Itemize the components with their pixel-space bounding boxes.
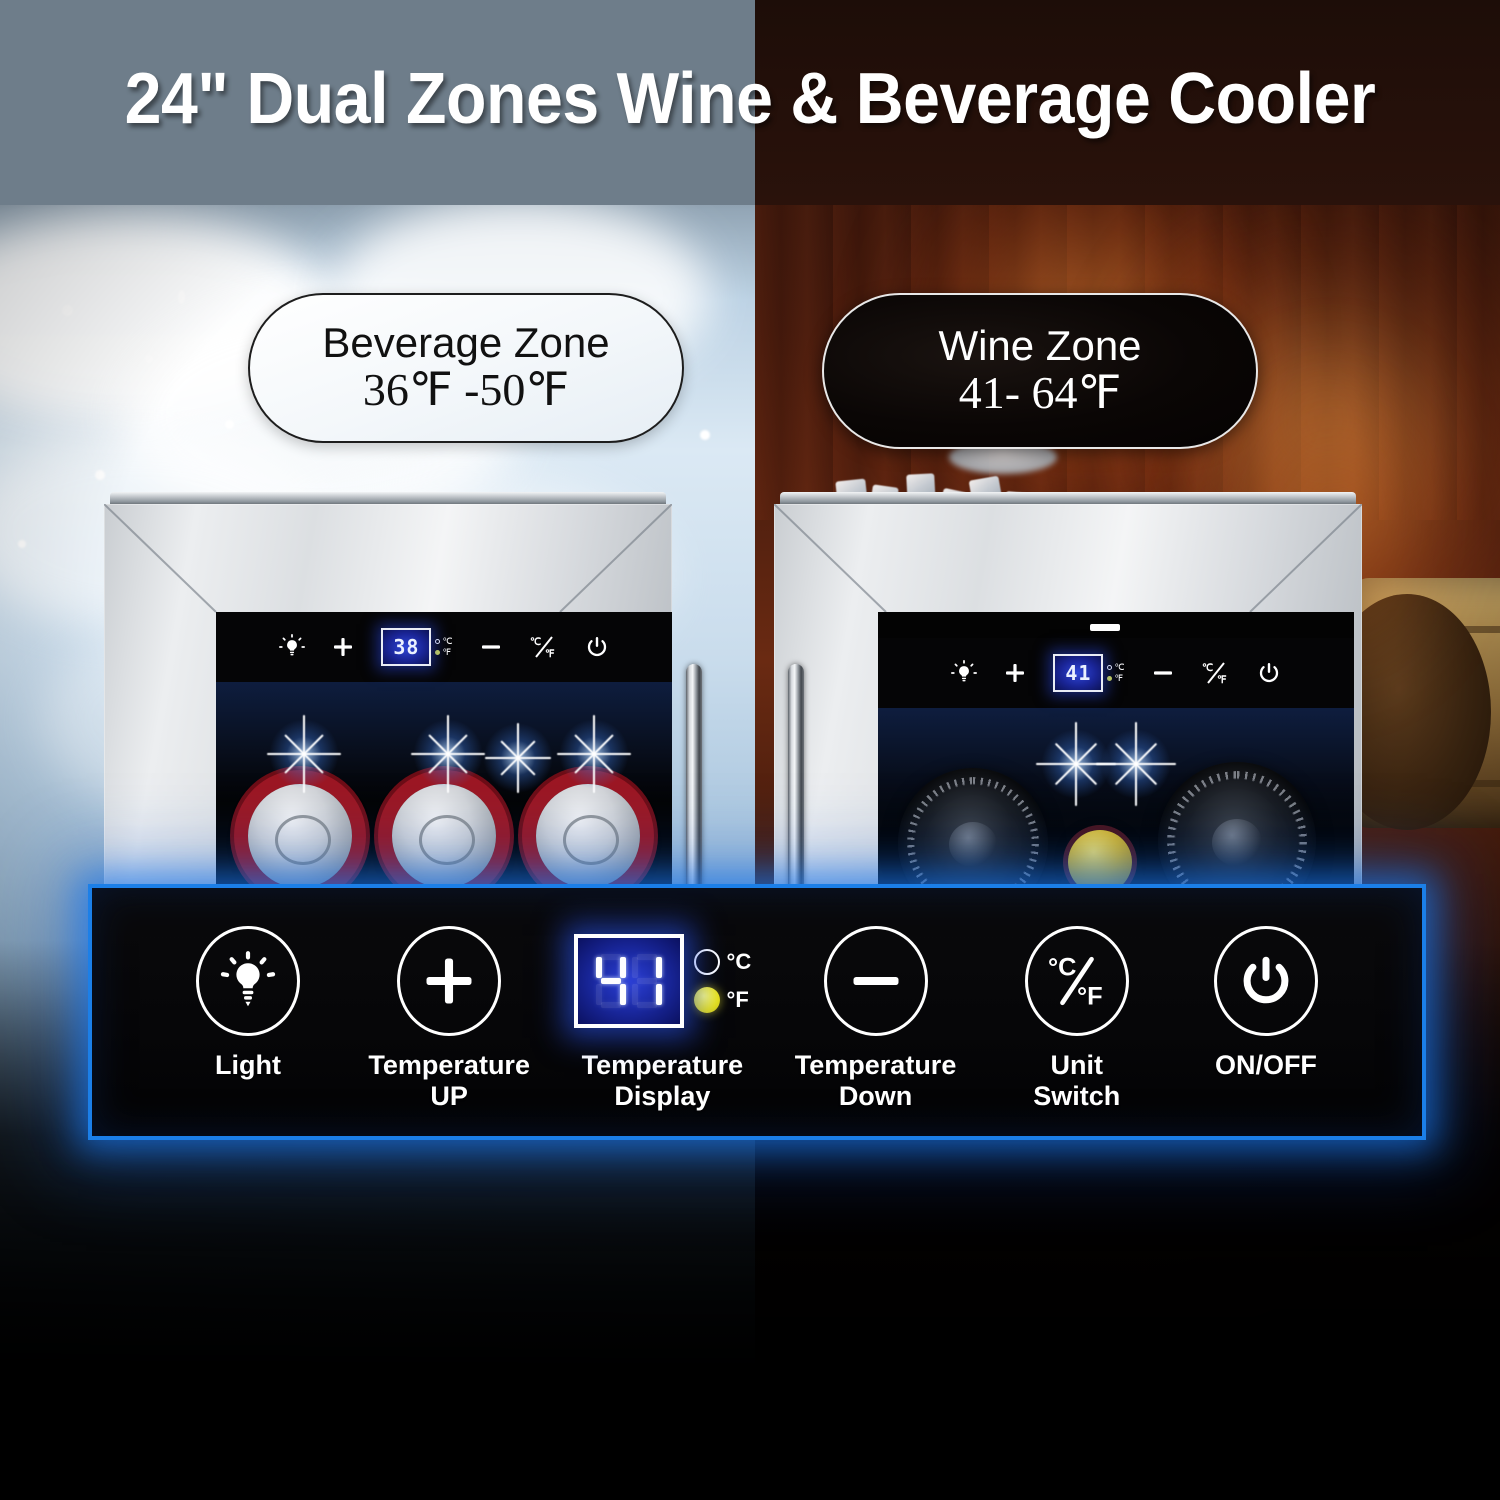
wine-zone-badge: Wine Zone 41- 64℉ — [822, 293, 1258, 449]
control-light-label: Light — [215, 1050, 281, 1080]
power-icon — [1243, 956, 1289, 1004]
mini-led-box: 41 — [1053, 654, 1104, 692]
beverage-can — [248, 784, 352, 888]
snowflake — [145, 355, 153, 363]
temperature-down-button-ring[interactable] — [823, 926, 928, 1036]
svg-text:℉: ℉ — [545, 649, 555, 659]
mini-celsius-indicator: ℃ — [1107, 663, 1125, 672]
control-temperature-down-label: Temperature Down — [794, 1050, 957, 1112]
page-title: 24" Dual Zones Wine & Beverage Cooler — [124, 59, 1376, 139]
svg-text:℃: ℃ — [530, 637, 541, 648]
light-bulb-icon[interactable] — [951, 660, 978, 686]
unit-indicator-group: °C °F — [693, 949, 752, 1013]
beverage-zone-badge: Beverage Zone 36℉ -50℉ — [248, 293, 684, 443]
celsius-fahrenheit-icon[interactable]: ℃ ℉ — [529, 635, 559, 659]
celsius-indicator-dot — [693, 949, 720, 975]
beverage-zone-range: 36℉ -50℉ — [362, 363, 570, 415]
mini-fahrenheit-indicator: ℉ — [435, 648, 452, 657]
control-temperature-down[interactable]: Temperature Down — [778, 926, 974, 1112]
snowflake — [18, 540, 26, 548]
control-temperature-up[interactable]: Temperature UP — [351, 926, 547, 1112]
celsius-indicator: °C — [693, 949, 752, 975]
control-panel-callout: Light Temperature UP °C °F Temperature D… — [88, 884, 1426, 1140]
seven-segment-display-icon: 41 — [573, 934, 684, 1028]
power-icon[interactable] — [1257, 661, 1281, 685]
mini-unit-indicators: ℃ ℉ — [1107, 663, 1125, 683]
wine-zone-name: Wine Zone — [938, 321, 1142, 369]
snowflake — [95, 470, 105, 480]
control-light[interactable]: Light — [162, 926, 334, 1081]
celsius-label: °C — [726, 949, 752, 974]
mini-led-value: 41 — [1065, 661, 1092, 685]
beverage-zone-name: Beverage Zone — [322, 318, 610, 366]
door-indicator-bar — [1090, 624, 1120, 631]
light-bulb-icon[interactable] — [279, 634, 306, 660]
power-button-ring[interactable] — [1213, 926, 1318, 1036]
snowflake — [700, 430, 710, 440]
light-bulb-icon — [220, 951, 276, 1007]
mini-led-value: 38 — [393, 635, 420, 659]
fahrenheit-indicator: °F — [693, 987, 752, 1013]
control-temperature-display: 41 °C °F Temperature — [564, 926, 760, 1112]
control-unit-switch-label: Unit Switch — [1033, 1050, 1121, 1112]
wine-zone-range: 41- 64℉ — [958, 366, 1122, 418]
svg-text:°F: °F — [1077, 983, 1103, 1010]
mini-fahrenheit-indicator: ℉ — [1107, 674, 1124, 683]
control-temperature-display-label: Temperature Display — [581, 1050, 744, 1112]
control-temperature-up-label: Temperature UP — [368, 1050, 530, 1112]
mini-led-box: 38 — [381, 628, 432, 666]
svg-text:℉: ℉ — [1217, 675, 1227, 685]
plus-icon — [426, 958, 472, 1004]
control-power[interactable]: ON/OFF — [1180, 926, 1352, 1081]
control-power-label: ON/OFF — [1214, 1050, 1317, 1080]
wine-unit-control-strip[interactable]: 41 ℃ ℉ ℃ ℉ — [878, 638, 1354, 708]
beverage-can — [536, 784, 640, 888]
minus-icon — [853, 976, 899, 986]
svg-text:°C: °C — [1048, 954, 1076, 982]
beverage-unit-temperature-display: 38 ℃ ℉ — [381, 628, 453, 666]
celsius-fahrenheit-icon: °C °F — [1048, 954, 1103, 1010]
snowflake — [178, 290, 185, 304]
fahrenheit-indicator-dot — [693, 987, 720, 1013]
product-marketing-image: 24" Dual Zones Wine & Beverage Cooler Be… — [0, 0, 1500, 1500]
beverage-can — [392, 784, 496, 888]
mini-celsius-indicator: ℃ — [435, 637, 453, 646]
snowflake — [62, 305, 73, 316]
celsius-fahrenheit-icon[interactable]: ℃ ℉ — [1201, 661, 1231, 685]
plus-icon[interactable] — [1003, 661, 1027, 685]
mini-unit-indicators: ℃ ℉ — [435, 637, 453, 657]
snowflake — [225, 420, 234, 429]
temperature-up-button-ring[interactable] — [397, 926, 502, 1036]
fahrenheit-label: °F — [726, 987, 749, 1012]
control-unit-switch[interactable]: °C °F Unit Switch — [991, 926, 1163, 1112]
plus-icon[interactable] — [331, 635, 355, 659]
minus-icon[interactable] — [1151, 666, 1175, 680]
beverage-unit-control-strip[interactable]: 38 ℃ ℉ ℃ ℉ — [216, 612, 672, 682]
light-button-ring[interactable] — [196, 926, 300, 1036]
control-panel-row: Light Temperature UP °C °F Temperature D… — [92, 888, 1422, 1136]
wine-unit-temperature-display: 41 ℃ ℉ — [1053, 654, 1125, 692]
minus-icon[interactable] — [479, 640, 503, 654]
unit-switch-button-ring[interactable]: °C °F — [1024, 926, 1129, 1036]
temperature-display-group: 41 °C °F — [573, 926, 752, 1036]
svg-text:℃: ℃ — [1202, 663, 1213, 674]
power-icon[interactable] — [585, 635, 609, 659]
